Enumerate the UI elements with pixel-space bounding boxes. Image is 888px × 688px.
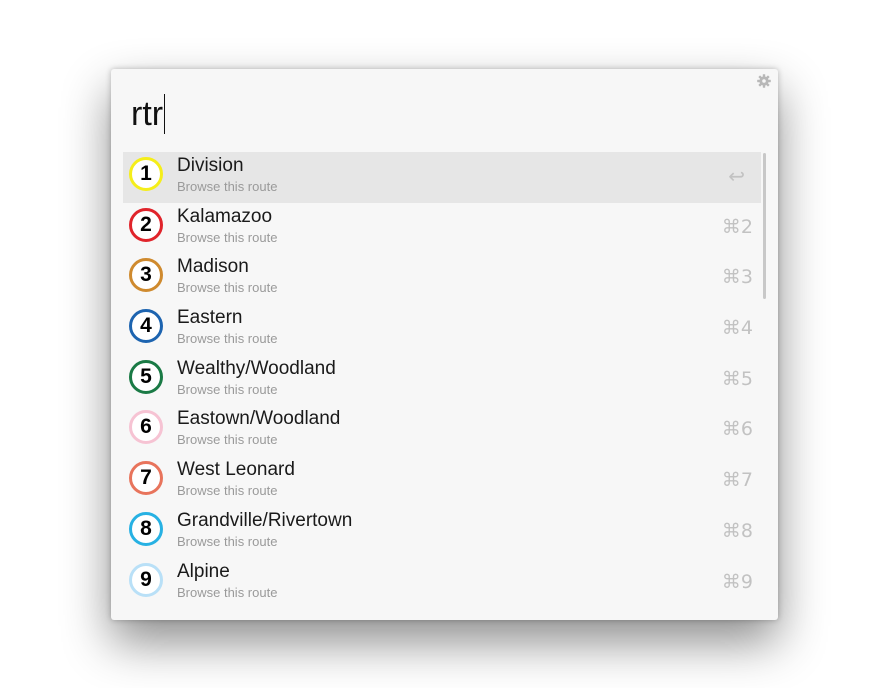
result-text: West Leonard Browse this route (177, 459, 295, 500)
result-row[interactable]: 4 Eastern Browse this route ⌘4 (123, 304, 761, 355)
route-number-badge: 6 (129, 410, 163, 445)
search-input[interactable]: rtr (131, 93, 166, 135)
result-row[interactable]: 1 Division Browse this route ↩ (123, 152, 761, 203)
result-title: Eastern (177, 307, 243, 329)
result-title: Kalamazoo (177, 205, 273, 227)
result-row[interactable]: 9 Alpine Browse this route ⌘9 (123, 558, 761, 609)
result-title: Division (177, 155, 244, 176)
route-number-badge: 7 (129, 461, 163, 496)
keyboard-shortcut: ⌘4 (721, 317, 753, 340)
route-number-badge: 8 (129, 511, 163, 546)
result-subtitle: Browse this route (177, 229, 278, 245)
launcher-window: rtr 1 Division Browse this route ↩ 2 Kalamazo… (111, 69, 778, 620)
keyboard-shortcut: ⌘9 (721, 570, 753, 593)
result-row[interactable]: 5 Wealthy/Woodland Browse this route ⌘5 (123, 355, 761, 406)
gear-icon[interactable] (756, 73, 772, 89)
search-query-text: rtr (131, 94, 164, 133)
result-text: Alpine Browse this route (177, 561, 277, 602)
result-text: Wealthy/Woodland Browse this route (177, 358, 336, 399)
result-row[interactable]: 8 Grandville/Rivertown Browse this route ⌘8 (123, 507, 761, 558)
route-number-badge: 3 (129, 258, 163, 293)
result-subtitle: Browse this route (177, 533, 278, 549)
result-title: Eastown/Woodland (177, 408, 341, 430)
route-number-badge: 4 (129, 309, 163, 344)
result-text: Grandville/Rivertown Browse this route (177, 510, 352, 551)
result-title: Madison (177, 256, 249, 278)
result-text: Madison Browse this route (177, 256, 277, 297)
result-row[interactable]: 2 Kalamazoo Browse this route ⌘2 (123, 203, 761, 254)
result-text: Eastown/Woodland Browse this route (177, 408, 340, 449)
route-number-badge: 5 (129, 359, 163, 394)
keyboard-shortcut: ⌘3 (721, 266, 753, 289)
keyboard-shortcut: ⌘6 (721, 418, 753, 441)
keyboard-shortcut: ⌘2 (721, 215, 753, 238)
route-number-badge: 1 (129, 157, 163, 191)
result-title: West Leonard (177, 459, 295, 481)
result-row[interactable]: 7 West Leonard Browse this route ⌘7 (123, 456, 761, 507)
result-title: Wealthy/Woodland (177, 357, 336, 379)
route-number-badge: 2 (129, 207, 163, 242)
result-subtitle: Browse this route (177, 331, 278, 347)
result-subtitle: Browse this route (177, 381, 278, 397)
return-key-icon: ↩ (728, 164, 745, 188)
result-title: Alpine (177, 560, 230, 582)
result-row[interactable]: 3 Madison Browse this route ⌘3 (123, 253, 761, 304)
keyboard-shortcut: ⌘8 (721, 519, 753, 542)
result-subtitle: Browse this route (177, 179, 278, 194)
result-subtitle: Browse this route (177, 584, 278, 600)
result-row[interactable]: 6 Eastown/Woodland Browse this route ⌘6 (123, 405, 761, 456)
result-subtitle: Browse this route (177, 432, 278, 448)
keyboard-shortcut: ⌘5 (721, 367, 753, 390)
result-text: Division Browse this route (177, 155, 277, 196)
keyboard-shortcut: ⌘7 (721, 469, 753, 492)
scrollbar[interactable] (763, 153, 766, 299)
result-title: Grandville/Rivertown (177, 509, 353, 531)
result-subtitle: Browse this route (177, 483, 278, 499)
result-subtitle: Browse this route (177, 280, 278, 296)
text-caret (164, 94, 166, 134)
result-text: Eastern Browse this route (177, 307, 277, 348)
result-text: Kalamazoo Browse this route (177, 206, 277, 247)
route-number-badge: 9 (129, 562, 163, 597)
results-list: 1 Division Browse this route ↩ 2 Kalamazoo Bro… (123, 152, 761, 608)
